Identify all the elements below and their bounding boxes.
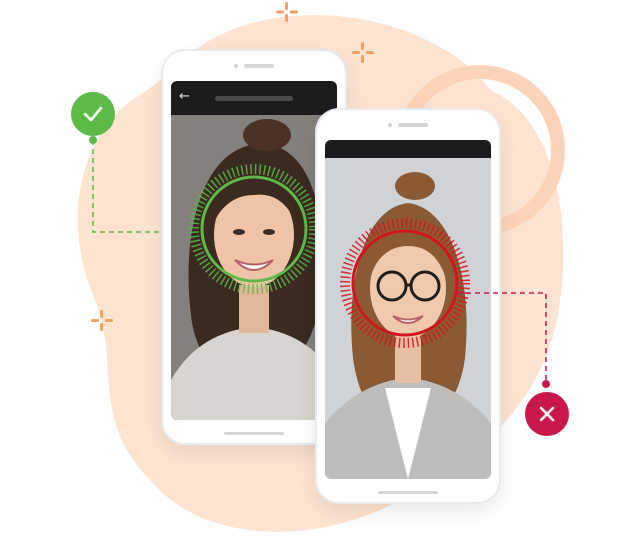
rejected-badge	[525, 392, 569, 436]
rejected-connector-layer	[457, 292, 550, 388]
rejected-connector	[457, 292, 547, 384]
approved-badge	[71, 92, 115, 136]
check-icon	[83, 106, 103, 122]
close-icon	[539, 406, 555, 422]
